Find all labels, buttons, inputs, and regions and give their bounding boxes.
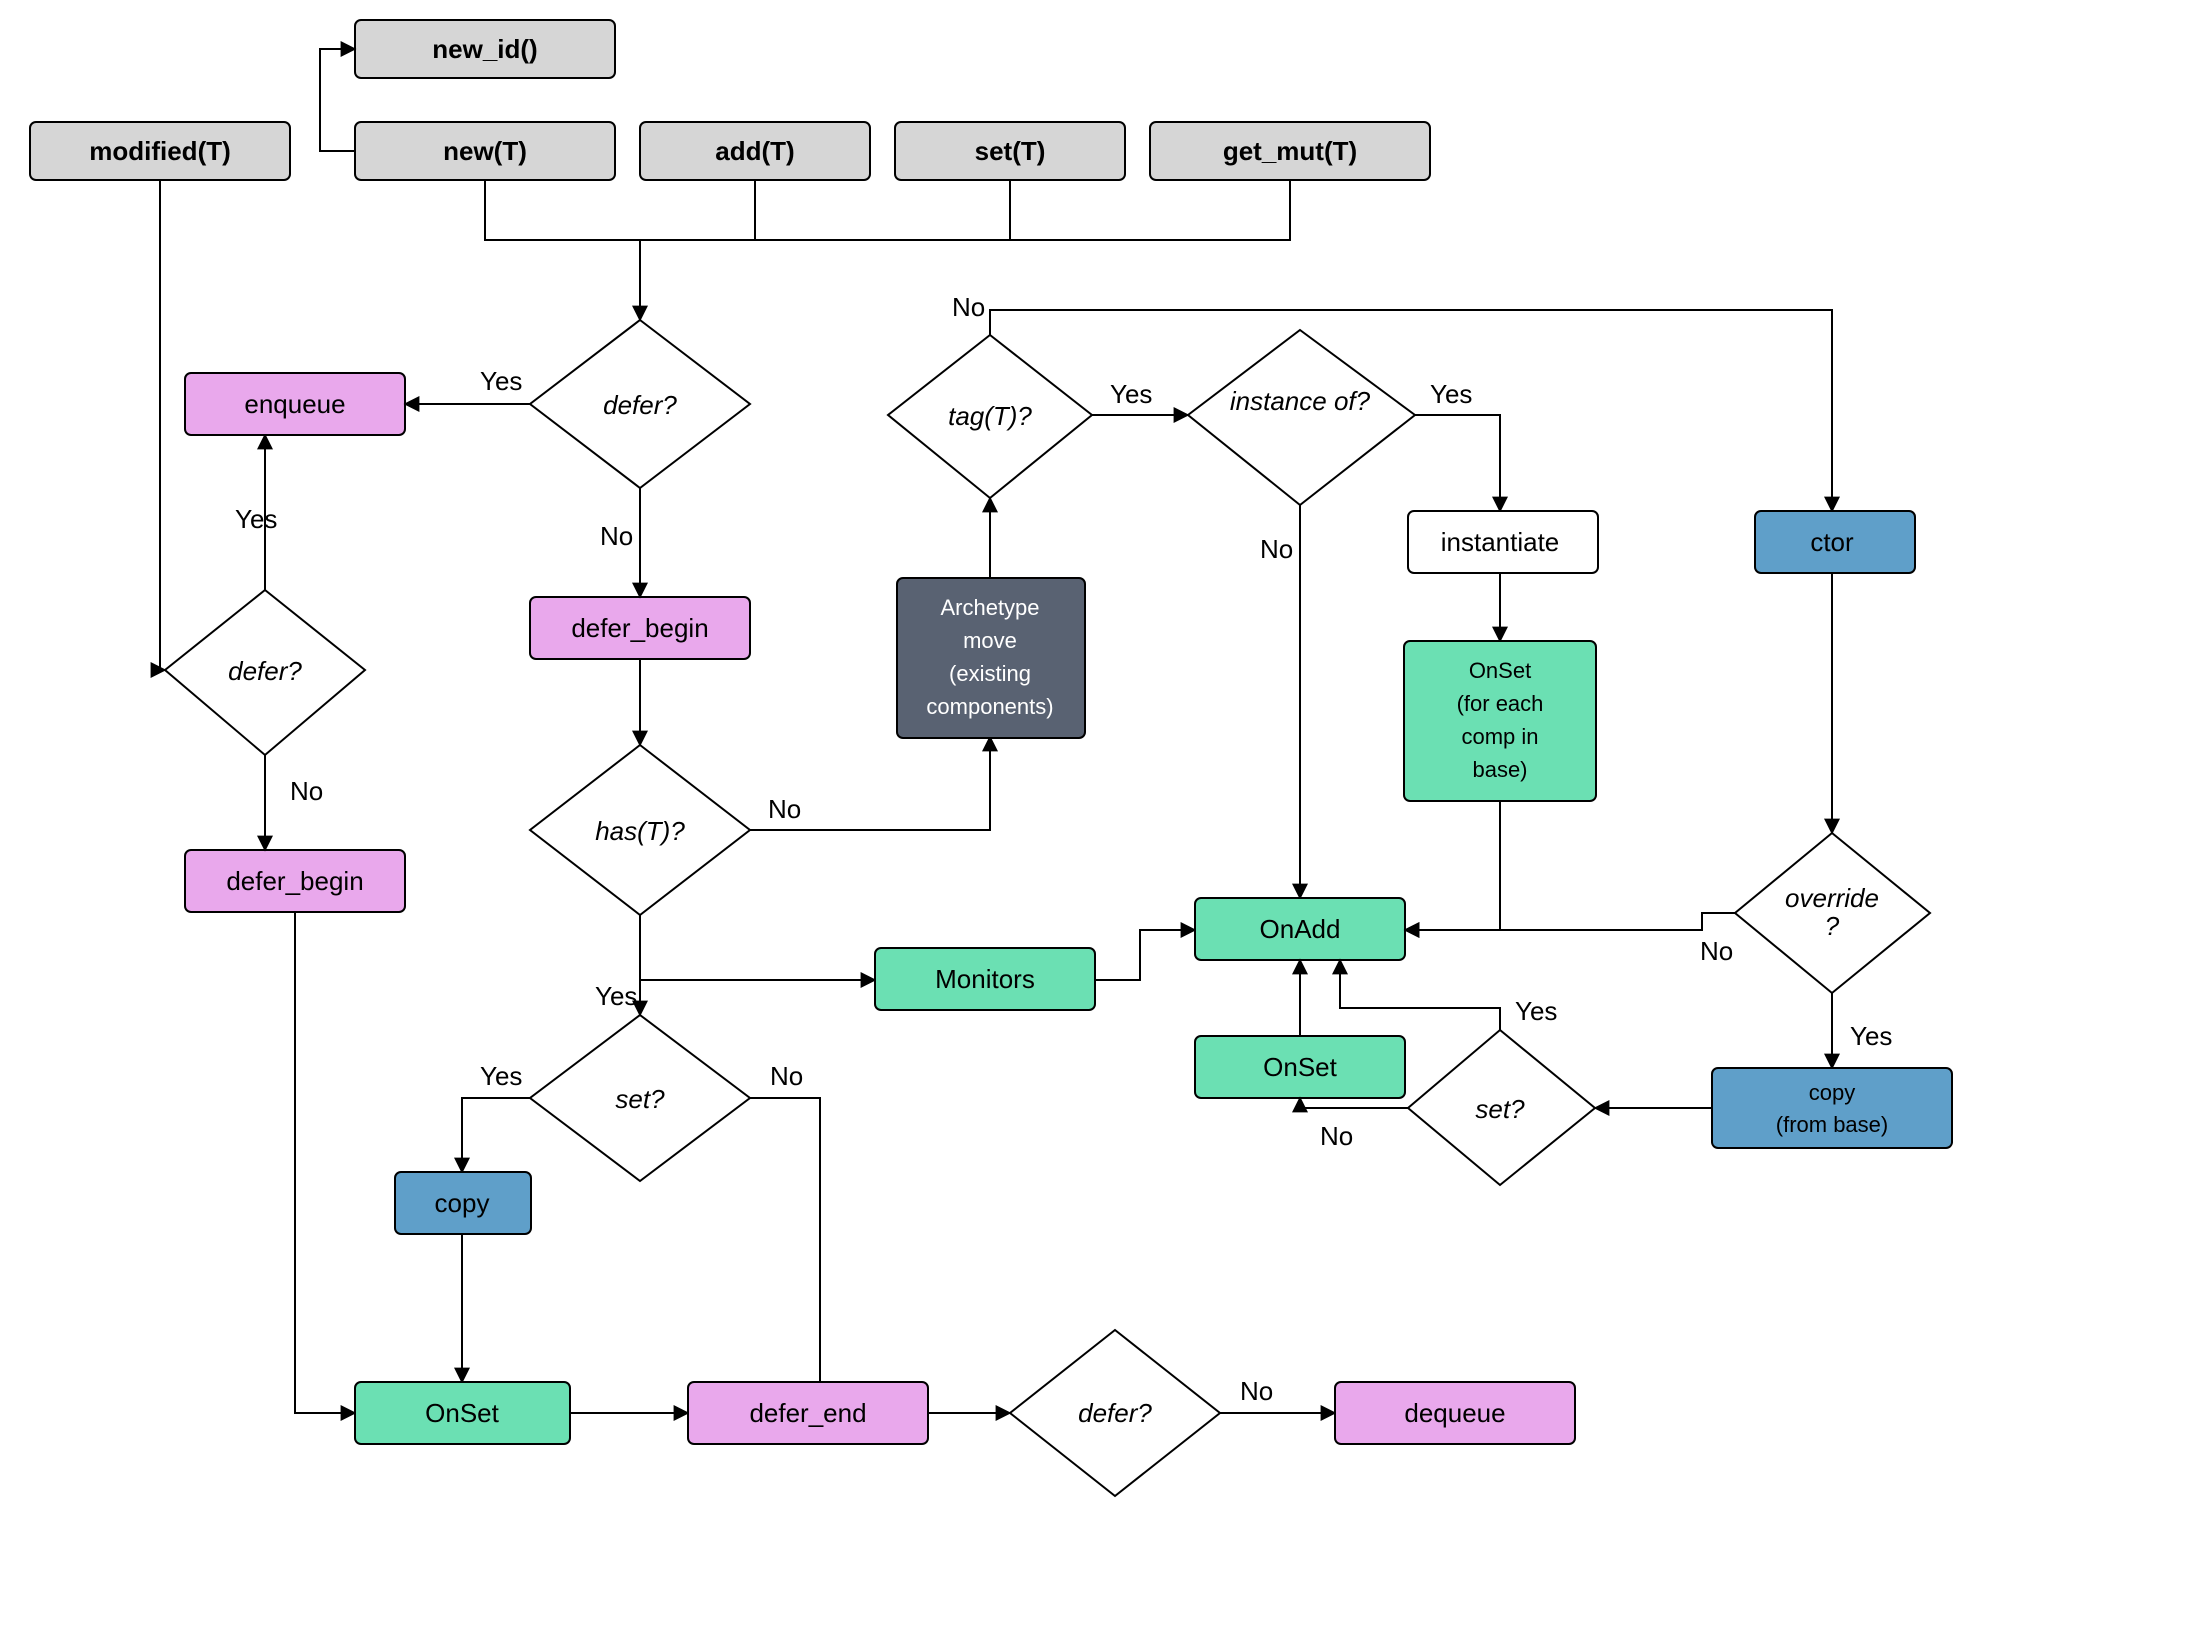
node-new-label: new(T): [443, 136, 527, 166]
edge-setq-no: [750, 1098, 820, 1413]
node-add-label: add(T): [715, 136, 794, 166]
edge-new-to-newid: [320, 49, 355, 151]
edge-setq2-no: [1300, 1098, 1408, 1108]
edge-setq2-yes: [1340, 960, 1500, 1030]
node-archetype-l1: Archetype: [940, 595, 1039, 620]
edge-tag-no: [990, 310, 1832, 511]
label-no-3: No: [768, 794, 801, 824]
node-archetype-l2: move: [963, 628, 1017, 653]
label-no-2: No: [600, 521, 633, 551]
node-get-mut-label: get_mut(T): [1223, 136, 1357, 166]
label-no-6: No: [952, 292, 985, 322]
edge-monitors-onadd: [1095, 930, 1195, 980]
node-copy-label: copy: [435, 1188, 490, 1218]
label-no-9: No: [1700, 936, 1733, 966]
node-onadd-label: OnAdd: [1260, 914, 1341, 944]
edge-inst-yes: [1415, 415, 1500, 511]
label-no-7: No: [1260, 534, 1293, 564]
edge-top-rail: [485, 180, 1290, 240]
node-defer-center-label: defer?: [603, 390, 677, 420]
label-no-4: No: [770, 1061, 803, 1091]
node-copybase-l2: (from base): [1776, 1112, 1888, 1137]
node-has-t-label: has(T)?: [595, 816, 685, 846]
node-instantiate-label: instantiate: [1441, 527, 1560, 557]
label-yes-3: Yes: [595, 981, 637, 1011]
node-onseteach-l3: comp in: [1461, 724, 1538, 749]
node-ctor-label: ctor: [1810, 527, 1854, 557]
node-archetype-l3: (existing: [949, 661, 1031, 686]
label-yes-2: Yes: [480, 366, 522, 396]
node-instance-of: [1188, 330, 1415, 505]
node-tag-t-label: tag(T)?: [948, 401, 1032, 431]
label-yes-1: Yes: [235, 504, 277, 534]
node-defer-end-label: defer_end: [749, 1398, 866, 1428]
node-modified-label: modified(T): [89, 136, 231, 166]
edge-override-no: [1405, 913, 1735, 930]
edge-modified-to-defer: [160, 180, 165, 670]
node-instance-of-l1: instance of?: [1230, 386, 1371, 416]
edge-setq-yes: [462, 1098, 530, 1172]
node-override-l2: ?: [1825, 911, 1840, 941]
node-monitors-label: Monitors: [935, 964, 1035, 994]
node-dequeue-label: dequeue: [1404, 1398, 1505, 1428]
node-defer-begin-center-label: defer_begin: [571, 613, 708, 643]
label-yes-6: Yes: [1430, 379, 1472, 409]
label-yes-5: Yes: [1110, 379, 1152, 409]
node-set-q-label: set?: [615, 1084, 665, 1114]
node-set-q2-label: set?: [1475, 1094, 1525, 1124]
label-yes-7: Yes: [1515, 996, 1557, 1026]
label-no-5: No: [1240, 1376, 1273, 1406]
node-enqueue-label: enqueue: [244, 389, 345, 419]
node-onseteach-l1: OnSet: [1469, 658, 1531, 683]
node-archetype-l4: components): [926, 694, 1053, 719]
edge-deferbeginL-to-onset: [295, 912, 355, 1413]
node-set-label: set(T): [975, 136, 1046, 166]
flowchart-diagram: new_id() modified(T) new(T) add(T) set(T…: [0, 0, 2204, 1652]
node-copybase-l1: copy: [1809, 1080, 1855, 1105]
label-yes-8: Yes: [1850, 1021, 1892, 1051]
node-defer-begin-left-label: defer_begin: [226, 866, 363, 896]
node-onseteach-l4: base): [1472, 757, 1527, 782]
label-no-8: No: [1320, 1121, 1353, 1151]
node-defer-left-label: defer?: [228, 656, 302, 686]
node-new-id-label: new_id(): [432, 34, 537, 64]
label-no-1: No: [290, 776, 323, 806]
node-override-l1: override: [1785, 883, 1879, 913]
node-onseteach-l2: (for each: [1457, 691, 1544, 716]
label-yes-4: Yes: [480, 1061, 522, 1091]
node-onset-small-label: OnSet: [1263, 1052, 1337, 1082]
edge-onseteach-onadd: [1405, 801, 1500, 930]
node-onset-bottom-label: OnSet: [425, 1398, 499, 1428]
node-defer-bottom-label: defer?: [1078, 1398, 1152, 1428]
